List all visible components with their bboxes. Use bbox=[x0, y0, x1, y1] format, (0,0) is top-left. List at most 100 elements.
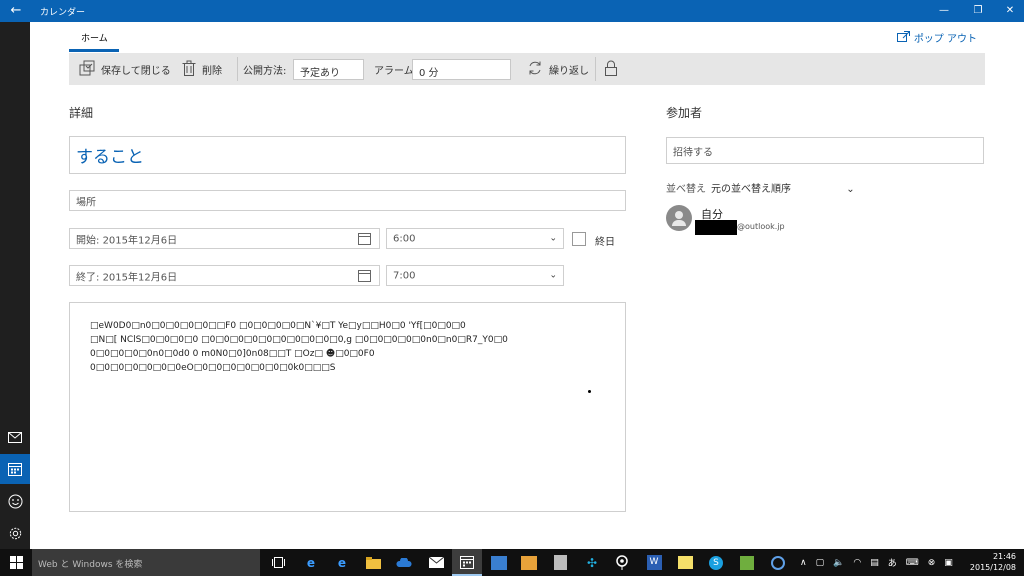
edge-browser-icon[interactable]: e bbox=[327, 549, 357, 576]
popout-icon bbox=[896, 30, 910, 45]
start-time-select[interactable]: 6:00 ⌄ bbox=[386, 228, 564, 249]
chevron-down-icon: ⌄ bbox=[846, 184, 855, 195]
notes-line: 0□0□0□0□0n0□0d0 0 m0N0□0]0n08□□T □Oz□ ☻□… bbox=[90, 349, 375, 359]
clock-time: 21:46 bbox=[992, 552, 1016, 561]
sort-label: 並べ替え bbox=[666, 184, 706, 195]
file-explorer-icon[interactable] bbox=[358, 549, 388, 576]
system-tray: ∧ ▢ 🔈 ◠ ▤ あ ⌨ ⊗ ▣ bbox=[800, 549, 953, 576]
calendar-picker-icon[interactable] bbox=[358, 270, 371, 282]
save-close-button[interactable]: 保存して閉じる bbox=[79, 53, 171, 85]
calendar-app-icon[interactable] bbox=[452, 549, 482, 576]
calendar-picker-icon[interactable] bbox=[358, 233, 371, 245]
media-player-icon[interactable] bbox=[514, 549, 544, 576]
app-icon-gray[interactable] bbox=[545, 549, 575, 576]
mail-icon[interactable] bbox=[0, 422, 30, 452]
onedrive-icon[interactable] bbox=[389, 549, 419, 576]
invite-field[interactable]: 招待する bbox=[666, 137, 984, 164]
end-date: 2015年12月6日 bbox=[102, 272, 178, 283]
tab-home[interactable]: ホーム bbox=[69, 22, 119, 52]
start-date-text: 開始: 2015年12月6日 bbox=[76, 231, 177, 246]
start-time: 6:00 bbox=[393, 233, 416, 244]
save-close-icon bbox=[79, 60, 95, 79]
end-date-field[interactable]: 終了: 2015年12月6日 bbox=[69, 265, 380, 286]
title-bar: ← カレンダー — ❐ ✕ bbox=[0, 0, 1024, 22]
repeat-button[interactable]: 繰り返し bbox=[527, 53, 589, 85]
start-label: 開始: bbox=[76, 235, 100, 246]
notes-line: □N□[ NClS□0□0□0□0 □0□0□0□0□0□0□0□0□0□0,g… bbox=[90, 335, 508, 345]
avatar bbox=[666, 205, 692, 231]
chevron-down-icon: ⌄ bbox=[549, 270, 557, 280]
maps-pin-icon[interactable] bbox=[607, 549, 637, 576]
toolbar-divider bbox=[595, 57, 596, 81]
tray-overflow-icon[interactable]: ∧ bbox=[800, 558, 807, 568]
invite-placeholder: 招待する bbox=[673, 147, 713, 158]
mail-app-icon[interactable] bbox=[421, 549, 451, 576]
sort-value: 元の並べ替え順序 bbox=[711, 184, 791, 195]
start-date: 2015年12月6日 bbox=[102, 235, 178, 246]
task-view-icon[interactable] bbox=[263, 549, 293, 576]
sticky-notes-icon[interactable] bbox=[670, 549, 700, 576]
ime-off-icon[interactable]: ⊗ bbox=[928, 558, 936, 568]
mouse-cursor-dot bbox=[588, 390, 591, 393]
left-rail bbox=[0, 22, 30, 549]
restore-button[interactable]: ❐ bbox=[970, 3, 986, 19]
alarm-select[interactable]: 0 分 bbox=[412, 59, 511, 80]
clock-date: 2015/12/08 bbox=[969, 563, 1016, 572]
show-as-label: 公開方法: bbox=[243, 65, 287, 77]
network-tool-icon[interactable]: ✣ bbox=[577, 549, 607, 576]
wifi-icon[interactable]: ◠ bbox=[853, 558, 861, 568]
notes-editor[interactable]: □eW0D0□n0□0□0□0□0□□F0 □0□0□0□0□N`¥□T Ye□… bbox=[69, 302, 626, 512]
chevron-down-icon: ⌄ bbox=[549, 233, 557, 243]
skype-icon[interactable]: S bbox=[701, 549, 731, 576]
minimize-button[interactable]: — bbox=[936, 3, 952, 19]
toolbar-divider bbox=[237, 57, 238, 81]
windows-start-icon[interactable] bbox=[0, 549, 32, 576]
volume-icon[interactable]: 🔈 bbox=[833, 558, 844, 568]
location-placeholder: 場所 bbox=[76, 197, 96, 208]
attendees-heading: 参加者 bbox=[666, 106, 703, 120]
internet-explorer-icon[interactable]: e bbox=[296, 549, 326, 576]
end-label: 終了: bbox=[76, 272, 100, 283]
app-icon-blue[interactable] bbox=[484, 549, 514, 576]
subject-text: すること bbox=[76, 147, 144, 168]
subject-field[interactable]: すること bbox=[69, 136, 626, 174]
toolbar: 保存して閉じる 削除 公開方法: 予定あり アラーム: 0 分 繰り返し bbox=[69, 53, 985, 85]
app-icon-circle[interactable] bbox=[763, 549, 793, 576]
action-center-icon[interactable]: ▣ bbox=[944, 558, 953, 568]
calendar-icon[interactable] bbox=[0, 454, 30, 484]
redacted-email-block bbox=[695, 220, 737, 235]
settings-gear-icon[interactable] bbox=[0, 518, 30, 548]
popout-label: ポップ アウト bbox=[913, 34, 977, 45]
taskbar-clock[interactable]: 21:46 2015/12/08 bbox=[970, 551, 1016, 573]
word-icon[interactable]: W bbox=[639, 549, 669, 576]
close-button[interactable]: ✕ bbox=[1002, 3, 1018, 19]
delete-button[interactable]: 削除 bbox=[182, 53, 222, 85]
save-close-label: 保存して閉じる bbox=[101, 65, 171, 77]
keyboard-icon[interactable]: ⌨ bbox=[906, 558, 919, 568]
location-field[interactable]: 場所 bbox=[69, 190, 626, 211]
ime-icon[interactable]: あ bbox=[888, 556, 897, 569]
alarm-label: アラーム: bbox=[374, 65, 418, 77]
delete-label: 削除 bbox=[202, 65, 222, 77]
end-time-select[interactable]: 7:00 ⌄ bbox=[386, 265, 564, 286]
private-lock-button[interactable] bbox=[605, 53, 617, 85]
taskbar-search-input[interactable]: Web と Windows を検索 bbox=[32, 549, 260, 576]
start-date-field[interactable]: 開始: 2015年12月6日 bbox=[69, 228, 380, 249]
back-arrow-icon[interactable]: ← bbox=[8, 3, 24, 19]
popout-button[interactable]: ポップ アウト bbox=[896, 30, 977, 45]
attendee-email: @outlook.jp bbox=[737, 222, 785, 231]
sort-dropdown[interactable]: 元の並べ替え順序 ⌄ bbox=[711, 180, 855, 195]
notification-icon[interactable]: ▤ bbox=[870, 558, 879, 568]
tablet-mode-icon[interactable]: ▢ bbox=[816, 558, 825, 568]
notes-line: □eW0D0□n0□0□0□0□0□□F0 □0□0□0□0□N`¥□T Ye□… bbox=[90, 321, 466, 331]
app-title: カレンダー bbox=[40, 8, 86, 18]
all-day-checkbox[interactable] bbox=[572, 232, 586, 246]
all-day-label: 終日 bbox=[595, 237, 615, 248]
show-as-select[interactable]: 予定あり bbox=[293, 59, 364, 80]
app-icon-green[interactable] bbox=[732, 549, 762, 576]
feedback-smiley-icon[interactable] bbox=[0, 486, 30, 516]
taskbar: Web と Windows を検索 e e ✣ W S ∧ ▢ 🔈 ◠ ▤ あ … bbox=[0, 549, 1024, 576]
lock-icon bbox=[605, 60, 617, 79]
details-heading: 詳細 bbox=[69, 106, 94, 120]
end-time: 7:00 bbox=[393, 270, 416, 281]
